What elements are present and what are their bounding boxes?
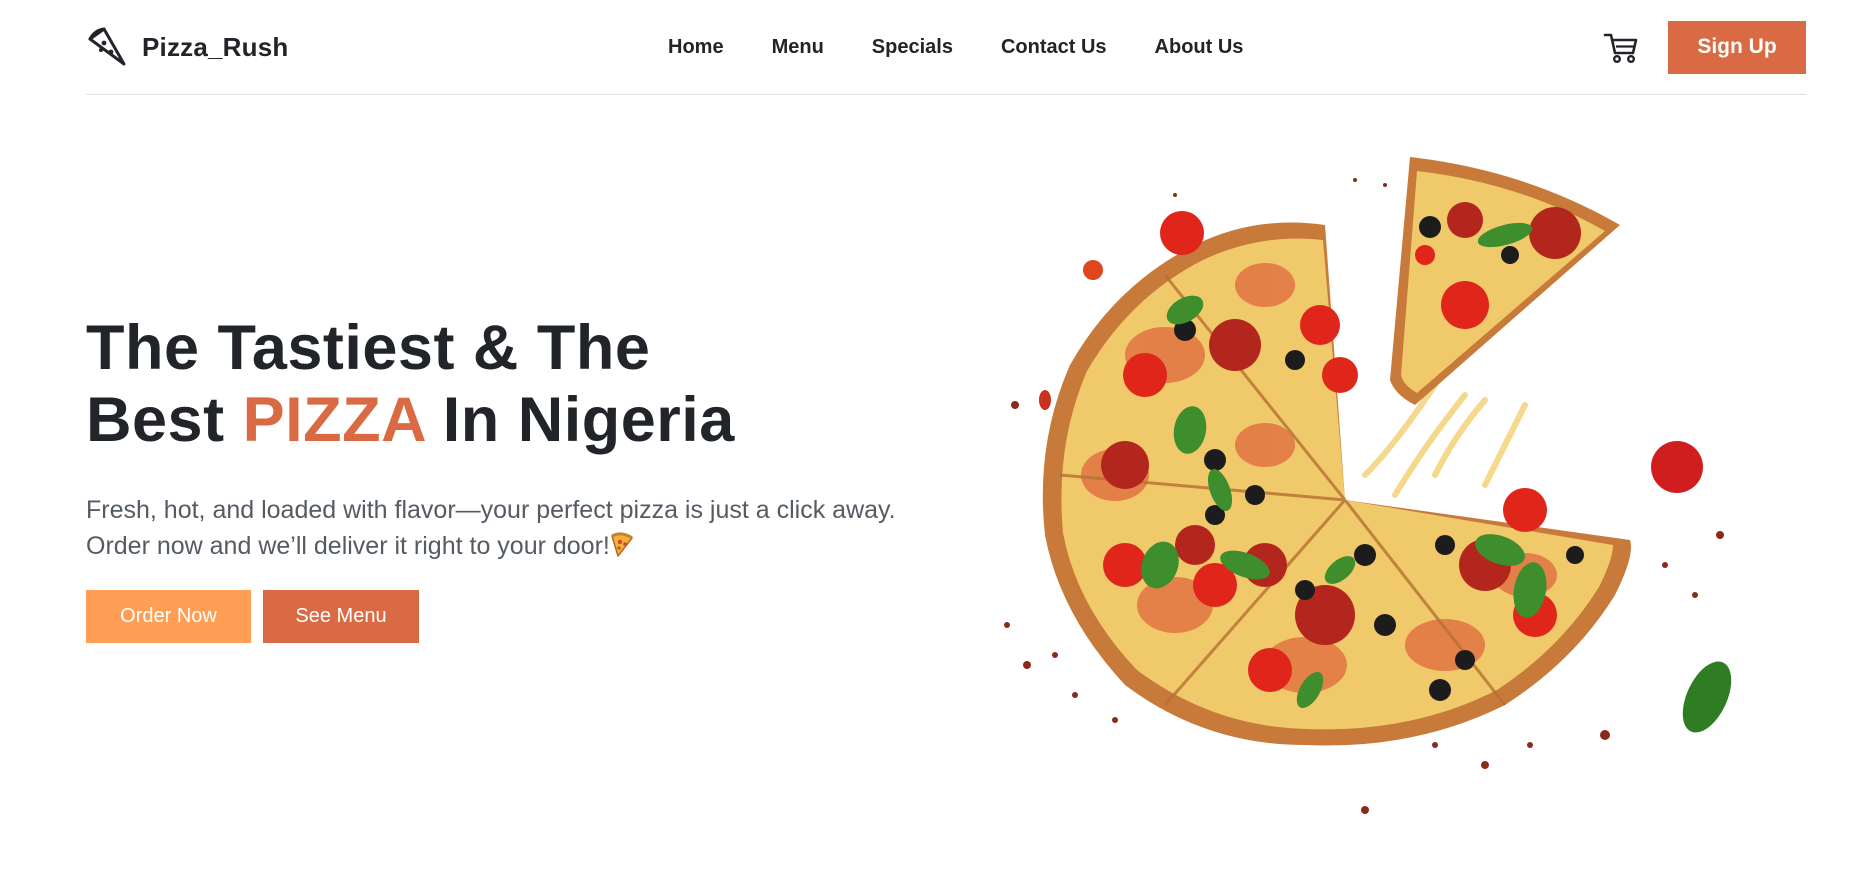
hero-title-best: Best — [86, 385, 225, 455]
nav-contact-us[interactable]: Contact Us — [977, 28, 1131, 67]
nav-specials[interactable]: Specials — [848, 28, 977, 67]
hero-description-text: Fresh, hot, and loaded with flavor—your … — [86, 496, 896, 560]
brand-name: Pizza_Rush — [142, 31, 289, 62]
hero-title-line1: The Tastiest & The — [86, 313, 651, 383]
sign-up-button[interactable]: Sign Up — [1668, 20, 1806, 74]
cart-icon[interactable] — [1602, 28, 1640, 66]
nav-home[interactable]: Home — [644, 28, 748, 67]
hero-description: Fresh, hot, and loaded with flavor—your … — [86, 492, 906, 564]
pizza-slice-emoji-icon — [611, 532, 633, 557]
navbar: Pizza_Rush Home Menu Specials Contact Us… — [86, 0, 1806, 95]
hero-title-end: In Nigeria — [442, 385, 735, 455]
brand-logo[interactable]: Pizza_Rush — [86, 26, 289, 68]
lifted-slice — [1362, 157, 1620, 498]
nav-menu[interactable]: Menu — [748, 28, 848, 67]
hero-buttons: Order Now See Menu — [86, 590, 926, 643]
nav-about-us[interactable]: About Us — [1131, 28, 1268, 67]
pizza-body — [1042, 222, 1631, 746]
hero-title: The Tastiest & The Best PIZZA In Nigeria — [86, 312, 926, 456]
hero-title-accent: PIZZA — [242, 385, 425, 455]
sliced-pizza-image — [1004, 157, 1732, 814]
hero-content: The Tastiest & The Best PIZZA In Nigeria… — [86, 312, 926, 643]
main-nav: Home Menu Specials Contact Us About Us — [644, 0, 1267, 95]
order-now-button[interactable]: Order Now — [86, 590, 251, 643]
nav-actions: Sign Up — [1602, 20, 1806, 74]
see-menu-button[interactable]: See Menu — [263, 590, 419, 643]
pizza-slice-icon — [88, 27, 126, 66]
